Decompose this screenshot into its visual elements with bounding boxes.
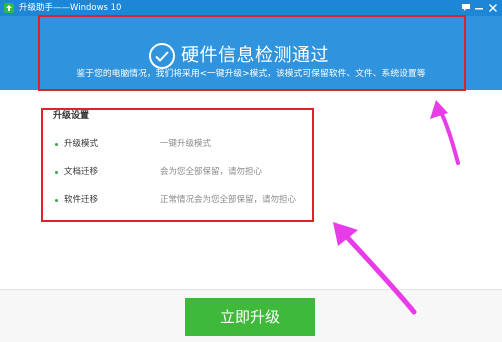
arrow-to-settings-icon (333, 222, 417, 315)
arrow-to-header-icon (430, 100, 460, 165)
annotation-arrows (333, 100, 460, 315)
